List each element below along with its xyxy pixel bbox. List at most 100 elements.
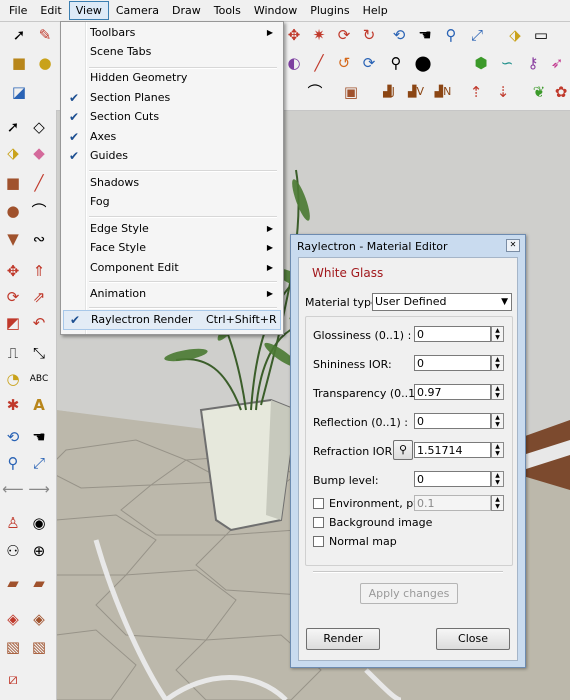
move-up-icon[interactable]: ⇡ [465,81,487,103]
reflection-input[interactable]: 0 [414,413,491,429]
menu-item-toolbars[interactable]: Toolbars ▶ [63,23,279,43]
shininess-input[interactable]: 0 [414,355,491,371]
move-icon[interactable]: ✥ [283,24,305,46]
zoom-icon[interactable]: ⚲ [440,24,462,46]
tape-measure-icon[interactable]: ⎍ [2,342,24,364]
menu-item-raylectron-render[interactable]: ✔ Raylectron Render Ctrl+Shift+R [63,310,281,330]
paint-icon[interactable]: ⬗ [2,142,24,164]
stair-v-icon[interactable]: ▟V [405,81,427,103]
background-image-checkbox[interactable] [313,517,324,528]
sphere-icon[interactable]: ● [34,52,56,74]
menu-plugins[interactable]: Plugins [304,1,355,20]
add-detail-icon[interactable]: ▧ [2,636,24,658]
dimension-icon[interactable]: ⤡ [28,342,50,364]
orbit-icon[interactable]: ⟳ [333,24,355,46]
menu-draw[interactable]: Draw [166,1,207,20]
pencil-icon[interactable]: ✎ [34,24,56,46]
refraction-input[interactable]: 1.51714 [414,442,491,458]
magnify-icon[interactable]: ⚲ [393,440,413,460]
pan-hand-icon[interactable]: ☚ [414,24,436,46]
bump-input[interactable]: 0 [414,471,491,487]
rotate-icon[interactable]: ✷ [308,24,330,46]
transparency-stepper[interactable]: ▲ ▼ [491,384,504,400]
menu-item-scene-tabs[interactable]: Scene Tabs [63,42,279,62]
terrain-icon[interactable]: ▰ [28,572,50,594]
select-arrow-icon[interactable]: ➚ [2,116,24,138]
walk-icon[interactable]: ⚇ [2,540,24,562]
menu-item-fog[interactable]: Fog [63,192,279,212]
paint-bucket-icon[interactable]: ⬗ [504,24,526,46]
followme-icon[interactable]: ↻ [358,24,380,46]
environment-checkbox[interactable] [313,498,324,509]
offset-icon[interactable]: ↶ [28,312,50,334]
house-icon[interactable]: ▣ [340,81,362,103]
refresh-blue-icon[interactable]: ⟳ [358,52,380,74]
rectangle-icon[interactable]: ■ [2,172,24,194]
move-tool-icon[interactable]: ✥ [2,260,24,282]
zoom-tool-icon[interactable]: ⚲ [2,452,24,474]
menu-tools[interactable]: Tools [208,1,247,20]
reflection-stepper[interactable]: ▲ ▼ [491,413,504,429]
menu-file[interactable]: File [3,1,33,20]
flower-icon[interactable]: ✿ [550,81,570,103]
environment-input[interactable]: 0.1 [414,495,491,511]
zoom-window-icon[interactable]: ⤢ [28,452,50,474]
menu-camera[interactable]: Camera [110,1,165,20]
axes-icon[interactable]: ✱ [2,394,24,416]
follow-me-icon[interactable]: ⇗ [28,286,50,308]
menu-item-shadows[interactable]: Shadows [63,173,279,193]
menu-item-hidden-geometry[interactable]: Hidden Geometry [63,68,279,88]
rotate-orange-icon[interactable]: ↺ [333,52,355,74]
previous-view-icon[interactable]: ⟵ [2,478,24,500]
glossiness-stepper[interactable]: ▲ ▼ [491,326,504,342]
bump-stepper[interactable]: ▲ ▼ [491,471,504,487]
circle-icon[interactable]: ● [2,200,24,222]
arc-icon[interactable]: ⌒ [28,200,50,222]
render-button[interactable]: Render [306,628,380,650]
menu-help[interactable]: Help [357,1,394,20]
pin-icon[interactable]: ⚲ [385,52,407,74]
close-button[interactable]: Close [436,628,510,650]
next-view-icon[interactable]: ⟶ [28,478,50,500]
menu-item-axes[interactable]: ✔ Axes [63,127,279,147]
normal-map-checkbox[interactable] [313,536,324,547]
orbit-tool-icon[interactable]: ⟲ [2,426,24,448]
key-icon[interactable]: ⚷ [522,52,544,74]
menu-item-face-style[interactable]: Face Style ▶ [63,238,279,258]
pan-tool-icon[interactable]: ☚ [28,426,50,448]
menu-window[interactable]: Window [248,1,303,20]
menu-item-component-edit[interactable]: Component Edit ▶ [63,258,279,278]
link-icon[interactable]: ∽ [496,52,518,74]
menu-item-edge-style[interactable]: Edge Style ▶ [63,219,279,239]
green-cube-icon[interactable]: ⬢ [470,52,492,74]
black-circle-icon[interactable]: ⬤ [412,52,434,74]
section-plane-icon[interactable]: ⊕ [28,540,50,562]
plant-icon[interactable]: ❦ [528,81,550,103]
freehand-icon[interactable]: ∾ [28,228,50,250]
make-component-icon[interactable]: ◇ [28,116,50,138]
tape-icon[interactable]: ⌒ [304,81,326,103]
arrow-pink-icon[interactable]: ➶ [546,52,568,74]
transparency-input[interactable]: 0.97 [414,384,491,400]
menu-item-section-cuts[interactable]: ✔ Section Cuts [63,107,279,127]
box-icon[interactable]: ■ [8,52,30,74]
eraser-icon[interactable]: ◆ [28,142,50,164]
menu-view[interactable]: View [68,1,109,20]
sandbox-icon[interactable]: ▰ [2,572,24,594]
drape-icon[interactable]: ◈ [28,608,50,630]
close-icon[interactable]: ✕ [506,239,520,252]
look-around-icon[interactable]: ◉ [28,512,50,534]
colored-box-icon[interactable]: ◪ [8,81,30,103]
move-down-icon[interactable]: ⇣ [492,81,514,103]
stair-n-icon[interactable]: ▟N [432,81,454,103]
menu-item-animation[interactable]: Animation ▶ [63,284,279,304]
rotate-tool-icon[interactable]: ⟳ [2,286,24,308]
shininess-stepper[interactable]: ▲ ▼ [491,355,504,371]
protractor-icon[interactable]: ◔ [2,368,24,390]
page-icon[interactable]: ▭ [530,24,552,46]
select-icon[interactable]: ➚ [8,24,30,46]
stamp-icon[interactable]: ◈ [2,608,24,630]
orbit-blue-icon[interactable]: ⟲ [388,24,410,46]
3d-text-icon[interactable]: A [28,394,50,416]
zoom-extents-icon[interactable]: ⤢ [466,24,488,46]
